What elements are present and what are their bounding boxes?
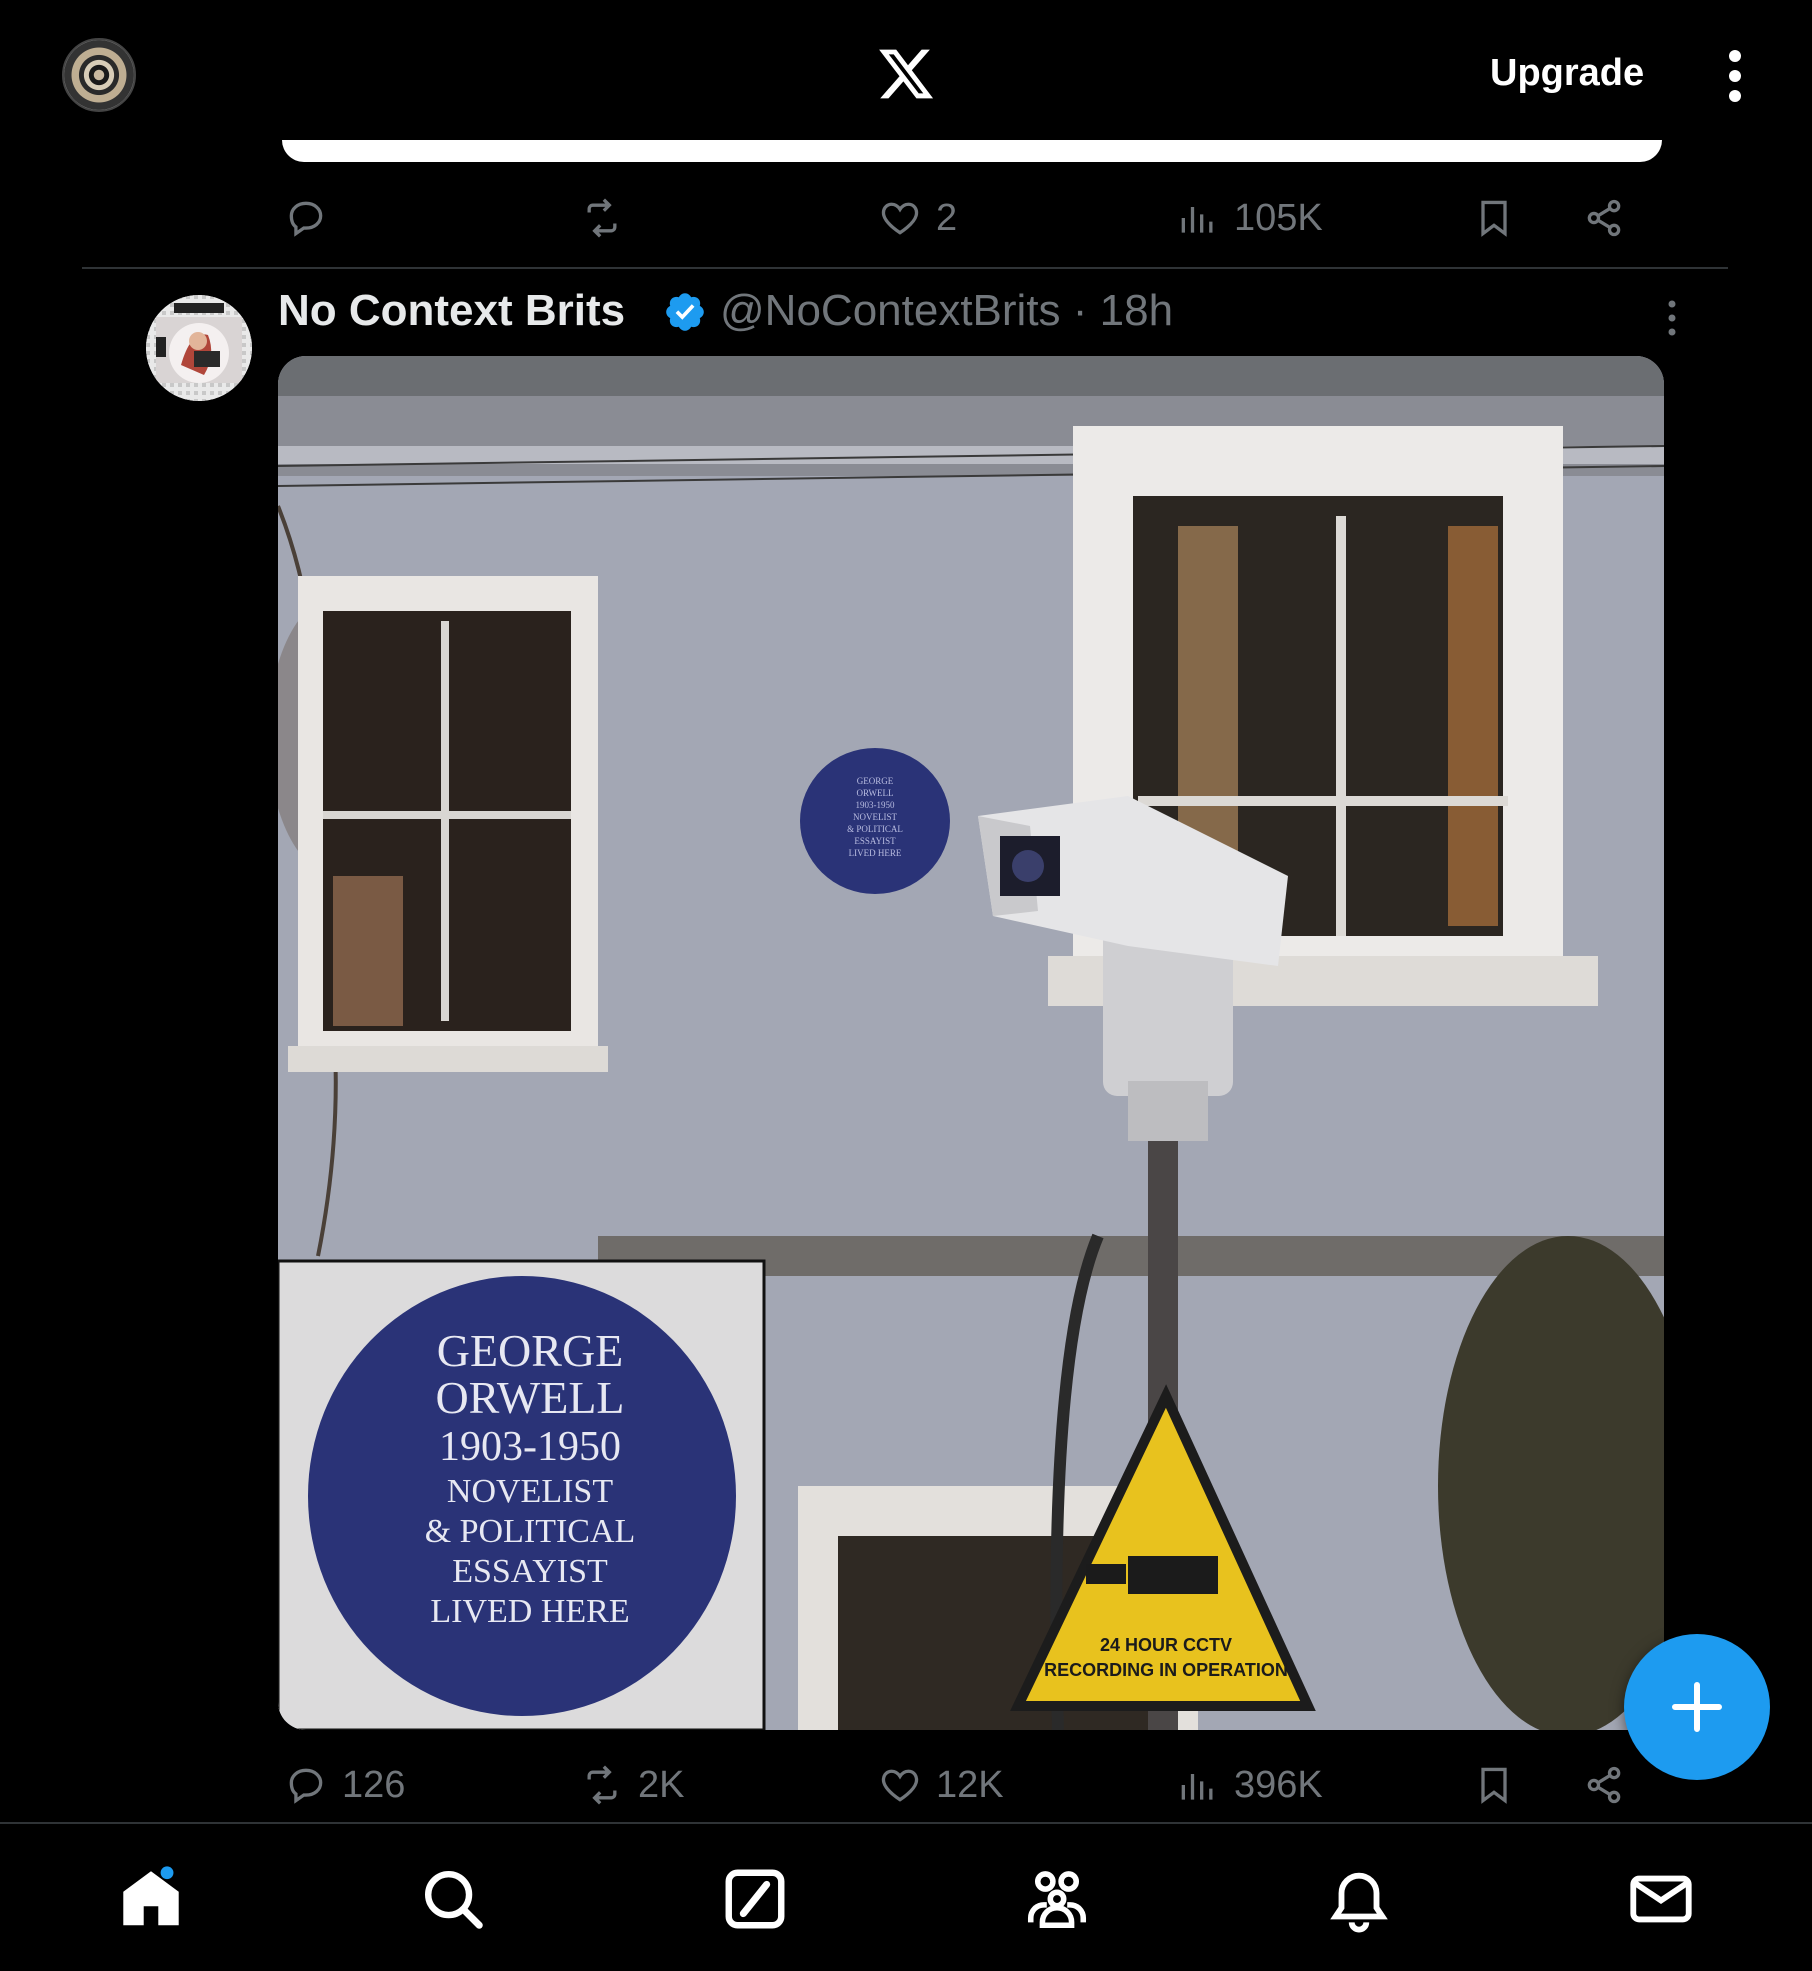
repost-icon <box>587 1765 617 1805</box>
like-button[interactable]: 12K <box>878 1755 1004 1815</box>
search-icon <box>425 1871 483 1929</box>
share-button[interactable] <box>1582 1755 1626 1815</box>
previous-tweet-card-edge <box>282 140 1662 162</box>
sign-line: 24 HOUR CCTV <box>1100 1635 1232 1655</box>
messages-icon <box>1630 1875 1692 1923</box>
inset-plaque-line: ORWELL <box>435 1372 624 1423</box>
views-count: 105K <box>1234 196 1323 239</box>
nav-search[interactable] <box>418 1864 488 1934</box>
compose-button[interactable] <box>1624 1634 1770 1780</box>
repost-button[interactable]: 2K <box>580 1755 684 1815</box>
like-count: 2 <box>936 196 958 239</box>
bottom-navigation <box>0 1822 1812 1971</box>
verified-badge-icon <box>666 293 704 331</box>
nav-messages[interactable] <box>1626 1864 1696 1934</box>
inset-plaque-line: 1903-1950 <box>439 1424 621 1470</box>
share-icon <box>1587 1766 1621 1804</box>
profile-avatar[interactable] <box>62 38 136 112</box>
author-name[interactable]: No Context Brits <box>278 286 625 336</box>
grok-icon <box>725 1869 785 1929</box>
bookmark-button[interactable] <box>1472 1755 1516 1815</box>
reply-count: 126 <box>342 1763 406 1806</box>
small-plaque-line: GEORGE <box>857 776 894 786</box>
inset-plaque-line: NOVELIST <box>447 1473 613 1510</box>
x-logo-icon[interactable] <box>875 44 937 104</box>
repost-button[interactable] <box>580 188 624 248</box>
views-count: 396K <box>1234 1763 1323 1806</box>
tweet-divider <box>82 267 1728 269</box>
repost-icon <box>587 198 617 238</box>
repost-count: 2K <box>638 1763 685 1806</box>
tweet-more-icon[interactable] <box>1662 298 1682 338</box>
share-icon <box>1587 199 1621 237</box>
author-avatar[interactable] <box>146 295 252 401</box>
home-icon <box>123 1866 179 1926</box>
inset-plaque-line: GEORGE <box>437 1325 624 1376</box>
inset-plaque-line: & POLITICAL <box>425 1513 636 1550</box>
inset-plaque-line: LIVED HERE <box>430 1593 629 1630</box>
heart-icon <box>881 202 919 235</box>
views-button[interactable]: 396K <box>1176 1755 1323 1815</box>
communities-icon <box>1027 1871 1087 1929</box>
like-button[interactable]: 2 <box>878 188 957 248</box>
inset-plaque-line: ESSAYIST <box>452 1553 608 1590</box>
bookmark-icon <box>1481 1767 1507 1804</box>
small-plaque-line: NOVELIST <box>853 812 897 822</box>
nav-notifications[interactable] <box>1324 1864 1394 1934</box>
plus-icon <box>1672 1682 1722 1732</box>
like-count: 12K <box>936 1763 1004 1806</box>
views-icon <box>1181 207 1213 233</box>
nav-communities[interactable] <box>1022 1864 1092 1934</box>
tweet-action-bar: 126 2K 12K 396K <box>0 1755 1812 1815</box>
views-icon <box>1181 1774 1213 1800</box>
small-plaque-line: ORWELL <box>857 788 894 798</box>
previous-tweet-action-bar: 2 105K <box>0 188 1812 248</box>
more-options-icon[interactable] <box>1720 48 1750 104</box>
small-plaque-line: 1903-1950 <box>856 800 895 810</box>
small-plaque-line: ESSAYIST <box>854 836 896 846</box>
small-plaque-line: & POLITICAL <box>847 824 903 834</box>
reply-button[interactable] <box>284 188 328 248</box>
nav-grok[interactable] <box>720 1864 790 1934</box>
reply-icon <box>289 1768 323 1804</box>
bookmark-button[interactable] <box>1472 188 1516 248</box>
small-plaque-line: LIVED HERE <box>849 848 902 858</box>
reply-icon <box>289 201 323 237</box>
notifications-icon <box>1330 1872 1388 1933</box>
nav-home[interactable] <box>116 1864 186 1934</box>
author-handle-and-time[interactable]: @NoContextBrits · 18h <box>720 286 1173 336</box>
bookmark-icon <box>1481 200 1507 237</box>
tweet-media-image[interactable]: GEORGE ORWELL 1903-1950 NOVELIST & POLIT… <box>278 356 1664 1730</box>
share-button[interactable] <box>1582 188 1626 248</box>
heart-icon <box>881 1769 919 1802</box>
upgrade-button[interactable]: Upgrade <box>1490 52 1644 95</box>
reply-button[interactable]: 126 <box>284 1755 405 1815</box>
sign-line: RECORDING IN OPERATION <box>1044 1660 1288 1680</box>
views-button[interactable]: 105K <box>1176 188 1323 248</box>
